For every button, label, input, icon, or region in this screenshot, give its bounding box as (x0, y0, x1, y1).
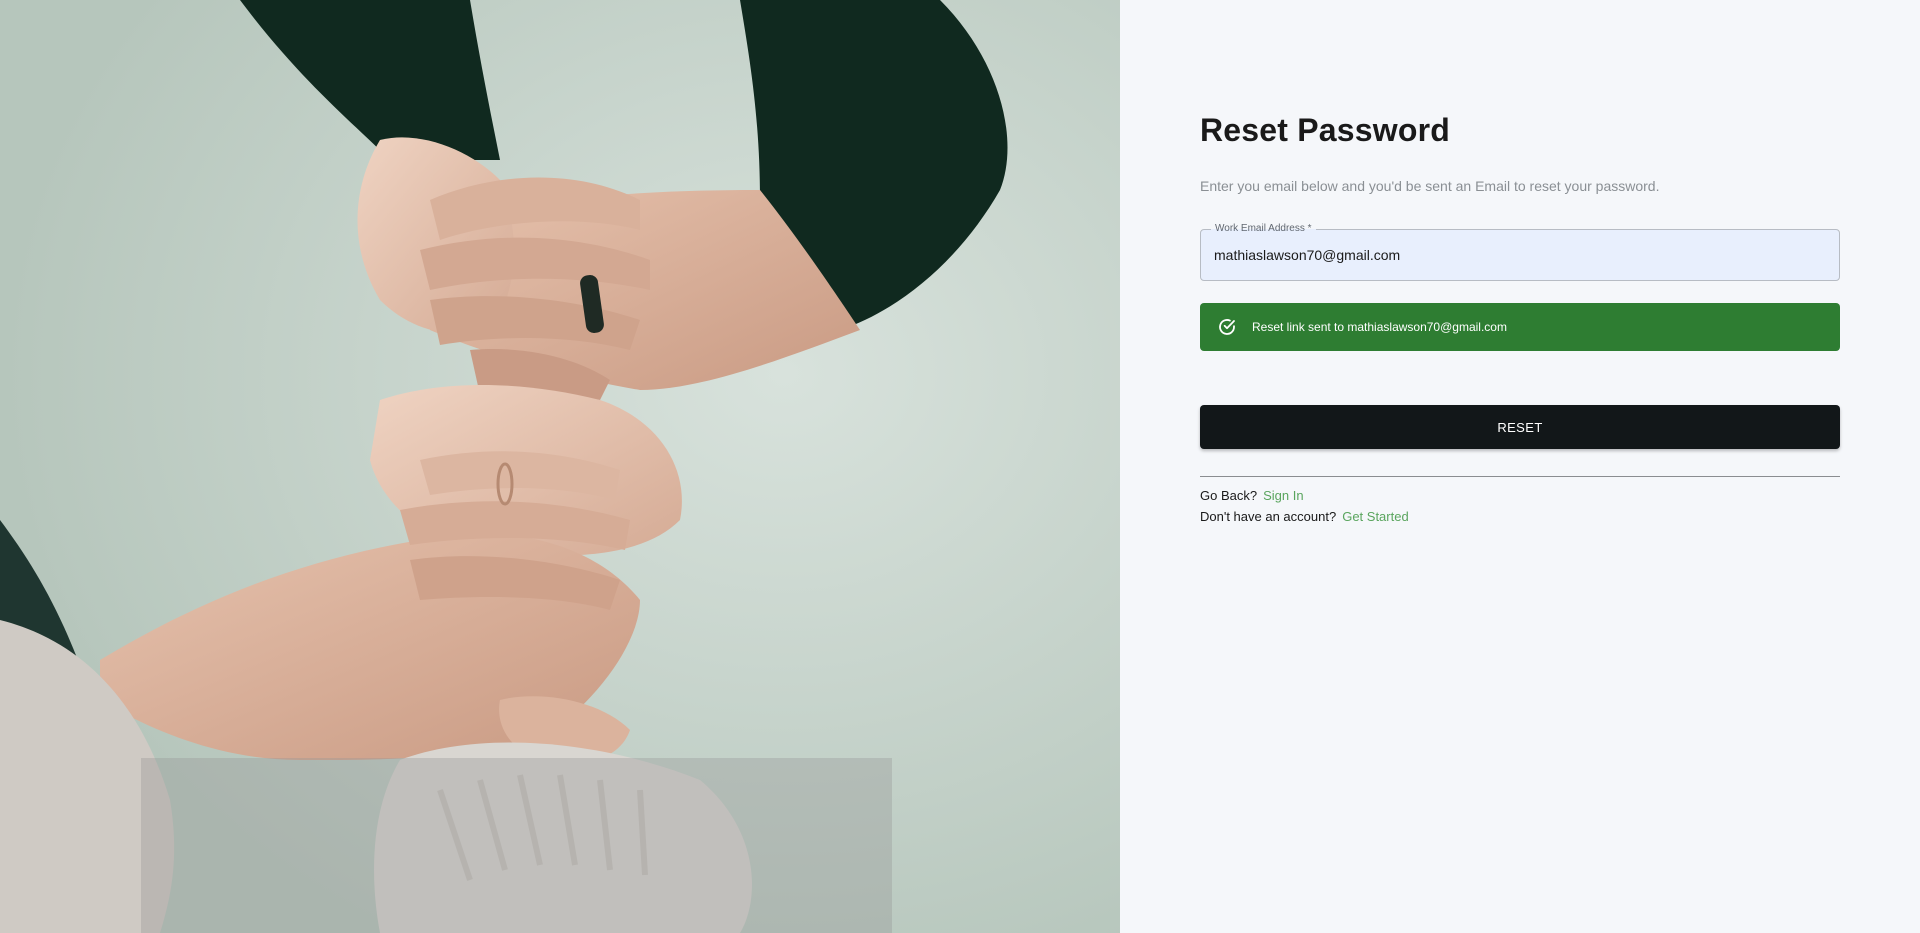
signup-row: Don't have an account? Get Started (1200, 506, 1840, 527)
form-panel: Reset Password Enter you email below and… (1120, 0, 1920, 933)
reset-password-page: Reset Password Enter you email below and… (0, 0, 1920, 933)
photo-overlay (141, 758, 892, 933)
reset-button[interactable]: RESET (1200, 405, 1840, 449)
email-field[interactable]: Work Email Address * (1200, 223, 1840, 281)
divider (1200, 476, 1840, 477)
go-back-row: Go Back? Sign In (1200, 485, 1840, 506)
email-input[interactable] (1214, 230, 1814, 280)
reset-form: Reset Password Enter you email below and… (1200, 108, 1840, 527)
success-alert: Reset link sent to mathiaslawson70@gmail… (1200, 303, 1840, 351)
page-title: Reset Password (1200, 112, 1451, 148)
page-subtitle: Enter you email below and you'd be sent … (1200, 178, 1660, 194)
get-started-link[interactable]: Get Started (1342, 509, 1408, 524)
check-circle-icon (1216, 316, 1238, 338)
alert-message: Reset link sent to mathiaslawson70@gmail… (1252, 320, 1507, 334)
go-back-prompt: Go Back? (1200, 488, 1258, 503)
hero-photo (0, 0, 1120, 933)
sign-in-link[interactable]: Sign In (1263, 488, 1303, 503)
no-account-prompt: Don't have an account? (1200, 509, 1337, 524)
